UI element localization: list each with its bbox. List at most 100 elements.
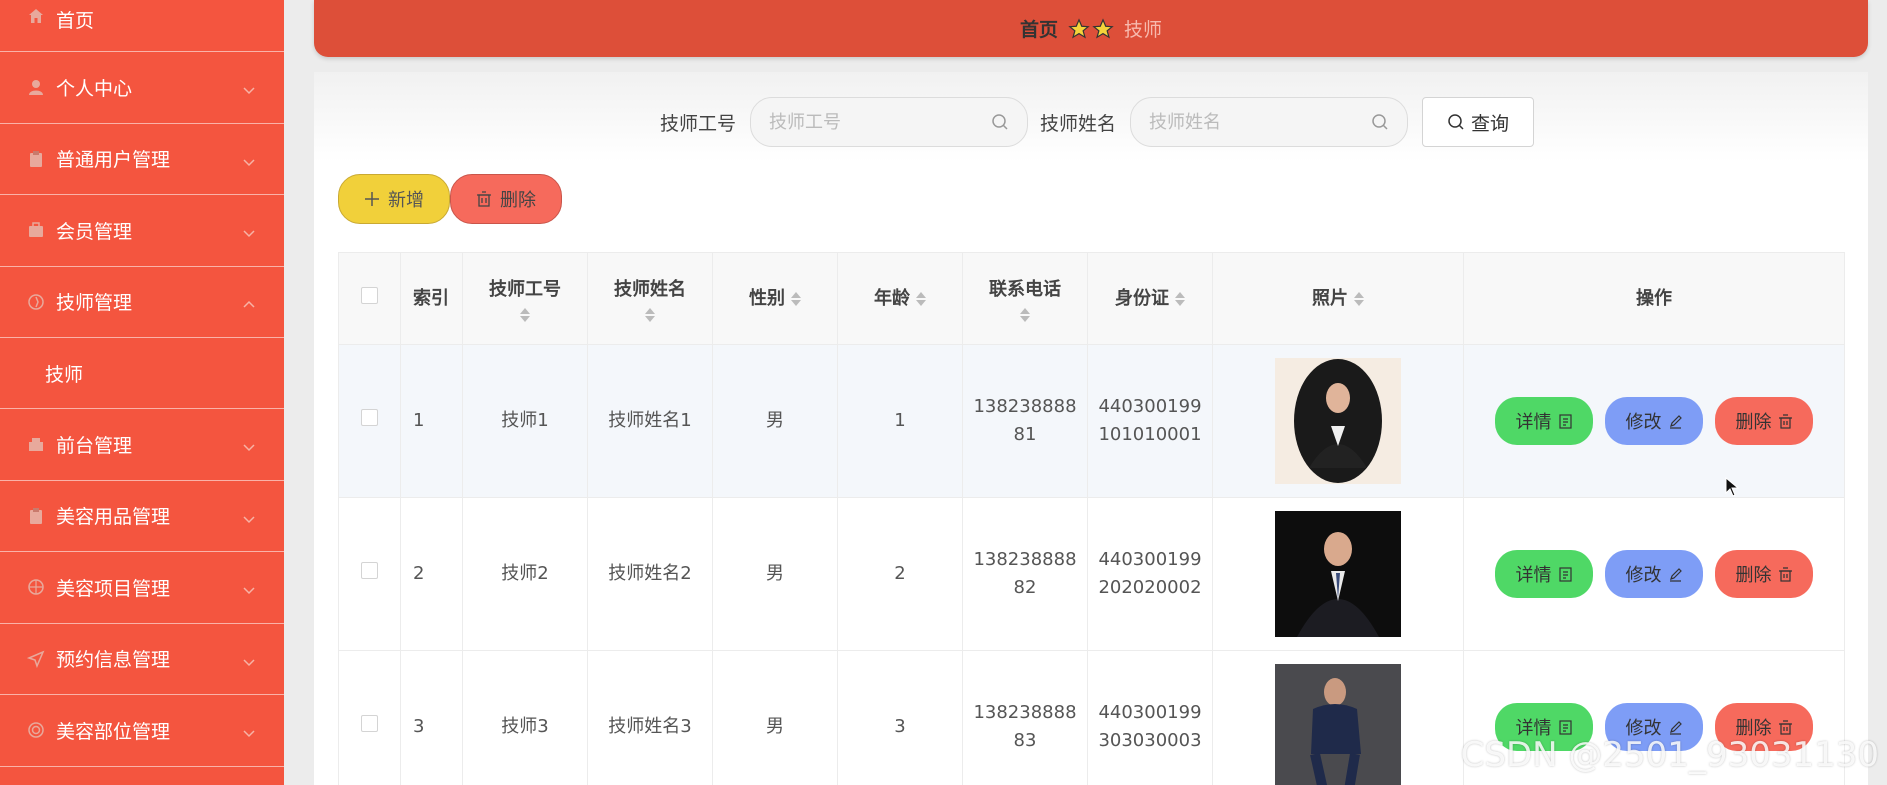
tech-id-input[interactable] [769,111,969,133]
edit-button[interactable]: 修改 [1605,397,1703,445]
sidebar-item-appointments[interactable]: 预约信息管理 [0,624,284,695]
batch-delete-button[interactable]: 删除 [450,174,562,224]
sidebar-item-technicians[interactable]: 技师管理 [0,267,284,338]
idcard-line: 202020002 [1098,577,1202,598]
detail-button-label: 详情 [1515,412,1552,433]
sort-icon[interactable] [520,307,530,322]
row-checkbox[interactable] [361,715,378,732]
delete-button[interactable]: 删除 [1715,397,1813,445]
sidebar-item-frontdesk[interactable]: 前台管理 [0,409,284,481]
table-header-row: 索引 技师工号 技师姓名 性别 年龄 联系电话 身份证 照片 操作 [338,252,1845,345]
technician-photo[interactable] [1275,358,1401,484]
idcard-line: 440300199 [1098,396,1202,417]
delete-button-label: 删除 [500,190,536,210]
chevron-up-icon [242,295,256,309]
header-tech-id[interactable]: 技师工号 [462,252,588,345]
add-button[interactable]: 新增 [338,174,450,224]
sidebar-item-label: 美容用品管理 [56,506,171,529]
phone-line: 83 [1013,730,1037,751]
idcard-line: 101010001 [1098,424,1202,445]
row-checkbox[interactable] [361,409,378,426]
query-button-label: 查询 [1471,113,1510,135]
header-label: 技师工号 [489,278,561,300]
user-icon [26,77,46,97]
query-button[interactable]: 查询 [1422,97,1535,147]
header-gender[interactable]: 性别 [712,252,838,345]
sidebar-item-home[interactable]: 首页 [0,0,284,52]
row-select-cell [338,650,401,785]
header-idcard[interactable]: 身份证 [1087,252,1213,345]
breadcrumb-current: 技师 [1124,19,1163,41]
sort-icon[interactable] [645,307,655,322]
sort-icon[interactable] [916,291,926,306]
table-row[interactable]: 1 技师1 技师姓名1 男 1 138238888 81 440300199 101… [338,344,1845,498]
tech-id-field[interactable] [750,97,1028,147]
send-icon [26,649,46,669]
tech-name-field[interactable] [1130,97,1409,147]
header-label: 联系电话 [989,278,1061,300]
sidebar-subitem-technician[interactable]: 技师 [0,338,284,409]
edit-button-label: 修改 [1625,565,1662,586]
sidebar-item-users[interactable]: 普通用户管理 [0,124,284,195]
header-phone[interactable]: 联系电话 [962,252,1088,345]
search-icon [992,114,1008,130]
sidebar-item-members[interactable]: 会员管理 [0,195,284,267]
edit-button[interactable]: 修改 [1605,550,1703,598]
detail-button[interactable]: 详情 [1495,550,1593,598]
sidebar-item-label: 首页 [56,10,95,32]
phone-line: 138238888 [973,549,1077,570]
technician-photo[interactable] [1275,511,1401,637]
row-checkbox[interactable] [361,562,378,579]
tech-id-label: 技师工号 [659,112,736,135]
mouse-cursor-icon [1725,477,1739,497]
action-bar: 新增 删除 [338,174,562,224]
technician-photo[interactable] [1275,664,1401,785]
header-label: 性别 [749,287,785,309]
sidebar-item-body-parts[interactable]: 美容部位管理 [0,695,284,767]
header-ops: 操作 [1463,252,1845,345]
sidebar-item-label: 技师管理 [56,292,133,315]
cell-photo [1212,650,1464,785]
tech-name-input[interactable] [1149,111,1350,133]
cell-index: 3 [400,650,463,785]
document-icon [1558,719,1572,735]
chevron-down-icon [242,152,256,166]
sidebar-item-label: 会员管理 [56,220,133,243]
row-select-cell [338,497,401,651]
sidebar-item-profile[interactable]: 个人中心 [0,52,284,124]
detail-button[interactable]: 详情 [1495,397,1593,445]
header-tech-name[interactable]: 技师姓名 [587,252,713,345]
edit-button-label: 修改 [1625,412,1662,433]
phone-line: 81 [1013,424,1037,445]
crosshair-icon [26,577,46,597]
search-form: 技师工号 技师姓名 查询 [314,96,1868,148]
main-panel: 技师工号 技师姓名 查询 新增 删除 [314,72,1868,785]
breadcrumb-home[interactable]: 首页 [1020,15,1058,42]
document-icon [1558,413,1572,429]
delete-button[interactable]: 删除 [1715,550,1813,598]
select-all-checkbox[interactable] [361,286,378,304]
plus-icon [365,192,379,206]
cell-age: 2 [837,497,963,651]
sidebar-item-label: 个人中心 [56,77,133,100]
cell-idcard: 440300199 101010001 [1087,344,1213,498]
cell-phone: 138238888 83 [962,650,1088,785]
sort-icon[interactable] [1175,291,1185,306]
table-row[interactable]: 2 技师2 技师姓名2 男 2 138238888 82 440300199 202… [338,497,1845,651]
header-label: 照片 [1312,287,1348,309]
sidebar-item-label: 预约信息管理 [56,649,171,672]
header-photo[interactable]: 照片 [1212,252,1464,345]
cell-tech-id: 技师3 [462,650,588,785]
target-icon [26,720,46,740]
sort-icon[interactable] [791,291,801,306]
cell-tech-name: 技师姓名2 [587,497,713,651]
star-icons [1068,17,1114,40]
sort-icon[interactable] [1354,291,1364,306]
header-label: 技师姓名 [614,278,686,300]
sidebar-item-projects[interactable]: 美容项目管理 [0,552,284,624]
sort-icon[interactable] [1020,307,1030,322]
idcard-line: 440300199 [1098,702,1202,723]
header-age[interactable]: 年龄 [837,252,963,345]
pencil-icon [1669,414,1682,429]
sidebar-item-supplies[interactable]: 美容用品管理 [0,481,284,552]
